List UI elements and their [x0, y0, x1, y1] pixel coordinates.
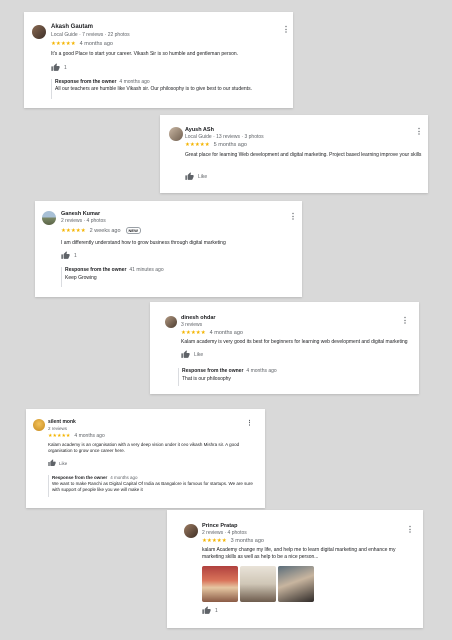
review-card-prince: Prince Pratap 2 reviews · 4 photos ★★★★★… — [167, 510, 423, 628]
reviewer-avatar[interactable] — [32, 25, 46, 39]
response-text: That is our philosophy — [182, 375, 231, 382]
reviewer-avatar[interactable] — [33, 419, 45, 431]
like-button[interactable]: 1 — [202, 606, 218, 615]
reviewer-name[interactable]: Prince Pratap — [202, 523, 237, 529]
review-card-akash: Akash Gautam Local Guide · 7 reviews · 2… — [24, 12, 293, 108]
review-text: It's a good Place to start your career. … — [51, 51, 239, 57]
reviewer-meta: Local Guide · 13 reviews · 3 photos — [185, 134, 264, 140]
more-vert-icon[interactable]: ⋮ — [246, 420, 253, 427]
more-vert-icon[interactable]: ⋮ — [289, 213, 297, 221]
reviewer-avatar[interactable] — [184, 524, 198, 538]
new-badge: NEW — [125, 227, 141, 234]
response-title: Response from the owner — [52, 475, 108, 480]
response-time: 41 minutes ago — [129, 267, 164, 273]
star-rating: ★★★★★ — [48, 433, 71, 439]
review-card-ganesh: Ganesh Kumar 2 reviews · 4 photos ★★★★★ … — [35, 201, 302, 297]
response-header: Response from the owner 4 months ago — [182, 368, 412, 376]
owner-response: Response from the owner 4 months ago That… — [178, 368, 412, 386]
response-header: Response from the owner 4 months ago — [55, 79, 287, 86]
reviewer-avatar[interactable] — [169, 127, 183, 141]
more-vert-icon[interactable]: ⋮ — [282, 26, 290, 34]
review-text: Kalam academy is very good its best for … — [181, 339, 408, 345]
like-count: 1 — [74, 252, 77, 259]
review-time: 4 months ago — [74, 433, 105, 439]
reviewer-meta: Local Guide · 7 reviews · 22 photos — [51, 32, 130, 38]
reviewer-name[interactable]: Akash Gautam — [51, 24, 93, 30]
review-photo[interactable] — [278, 566, 314, 602]
owner-response: Response from the owner 4 months ago All … — [51, 79, 287, 99]
reviewer-meta: 3 reviews — [181, 322, 203, 328]
thumbs-up-icon — [48, 459, 56, 466]
review-rating: ★★★★★ 4 months ago — [181, 330, 243, 336]
review-card-ayush: Ayush ASh Local Guide · 13 reviews · 3 p… — [160, 115, 428, 193]
review-text: Great place for learning Web development… — [185, 152, 422, 158]
review-rating: ★★★★★ 5 months ago — [185, 142, 247, 148]
review-rating: ★★★★★ 2 weeks ago NEW — [61, 227, 141, 234]
star-rating: ★★★★★ — [185, 142, 210, 148]
review-time: 4 months ago — [209, 330, 243, 336]
response-text: All our teachers are humble like Vikash … — [55, 86, 252, 92]
reviewer-name[interactable]: dinesh ohdar — [181, 315, 216, 321]
response-header: Response from the owner 41 minutes ago — [65, 267, 293, 275]
review-card-dinesh: dinesh ohdar 3 reviews ★★★★★ 4 months ag… — [150, 302, 419, 394]
star-rating: ★★★★★ — [61, 227, 86, 234]
like-label: Like — [198, 173, 208, 180]
review-text: Kalam academy is an organisation with a … — [48, 442, 240, 453]
reviewer-name[interactable]: silent monk — [48, 419, 76, 425]
more-vert-icon[interactable]: ⋮ — [401, 317, 409, 325]
like-button[interactable]: Like — [185, 172, 207, 181]
star-rating: ★★★★★ — [202, 538, 227, 544]
review-text: I am differently understand how to grow … — [61, 240, 226, 246]
review-text: kalam Academy change my life, and help m… — [202, 547, 396, 560]
reviewer-meta: 2 reviews · 4 photos — [202, 530, 247, 536]
owner-response: Response from the owner 41 minutes ago Ke… — [61, 267, 293, 287]
thumbs-up-icon — [61, 251, 70, 259]
thumbs-up-icon — [185, 172, 194, 180]
reviewer-meta: 2 reviews · 4 photos — [61, 218, 106, 224]
star-rating: ★★★★★ — [181, 330, 206, 336]
like-label: Like — [194, 351, 204, 358]
response-time: 4 months ago — [110, 475, 138, 480]
like-button[interactable]: Like — [48, 459, 67, 467]
like-button[interactable]: 1 — [61, 251, 77, 260]
review-photo[interactable] — [202, 566, 238, 602]
thumbs-up-icon — [181, 350, 190, 358]
review-photo[interactable] — [240, 566, 276, 602]
reviewer-name[interactable]: Ayush ASh — [185, 127, 214, 133]
response-title: Response from the owner — [182, 368, 244, 374]
review-time: 3 months ago — [230, 538, 264, 544]
reviewer-meta: 2 reviews — [48, 426, 68, 431]
response-text: Keep Growing — [65, 274, 97, 281]
response-title: Response from the owner — [65, 267, 127, 273]
response-text: We want to make Ranchi as Digital Capita… — [52, 481, 253, 492]
thumbs-up-icon — [202, 606, 211, 614]
response-time: 4 months ago — [246, 368, 277, 374]
owner-response: Response from the owner 4 months ago We w… — [48, 475, 258, 497]
review-rating: ★★★★★ 3 months ago — [202, 538, 264, 544]
reviewer-name[interactable]: Ganesh Kumar — [61, 211, 100, 217]
like-count: 1 — [215, 607, 218, 614]
like-button[interactable]: Like — [181, 350, 203, 359]
reviewer-avatar[interactable] — [42, 211, 56, 225]
reviewer-avatar[interactable] — [165, 316, 177, 328]
like-button[interactable]: 1 — [51, 63, 67, 72]
review-time: 2 weeks ago — [89, 227, 121, 234]
response-time: 4 months ago — [119, 79, 150, 85]
more-vert-icon[interactable]: ⋮ — [406, 526, 414, 534]
response-title: Response from the owner — [55, 79, 117, 85]
review-time: 5 months ago — [213, 142, 247, 148]
review-rating: ★★★★★ 4 months ago — [48, 433, 105, 439]
review-time: 4 months ago — [79, 41, 113, 47]
star-rating: ★★★★★ — [51, 41, 76, 47]
like-label: Like — [59, 460, 68, 466]
review-card-silent-monk: silent monk 2 reviews ★★★★★ 4 months ago… — [26, 409, 265, 508]
like-count: 1 — [64, 64, 67, 71]
thumbs-up-icon — [51, 63, 60, 71]
review-rating: ★★★★★ 4 months ago — [51, 41, 113, 47]
more-vert-icon[interactable]: ⋮ — [415, 128, 423, 136]
